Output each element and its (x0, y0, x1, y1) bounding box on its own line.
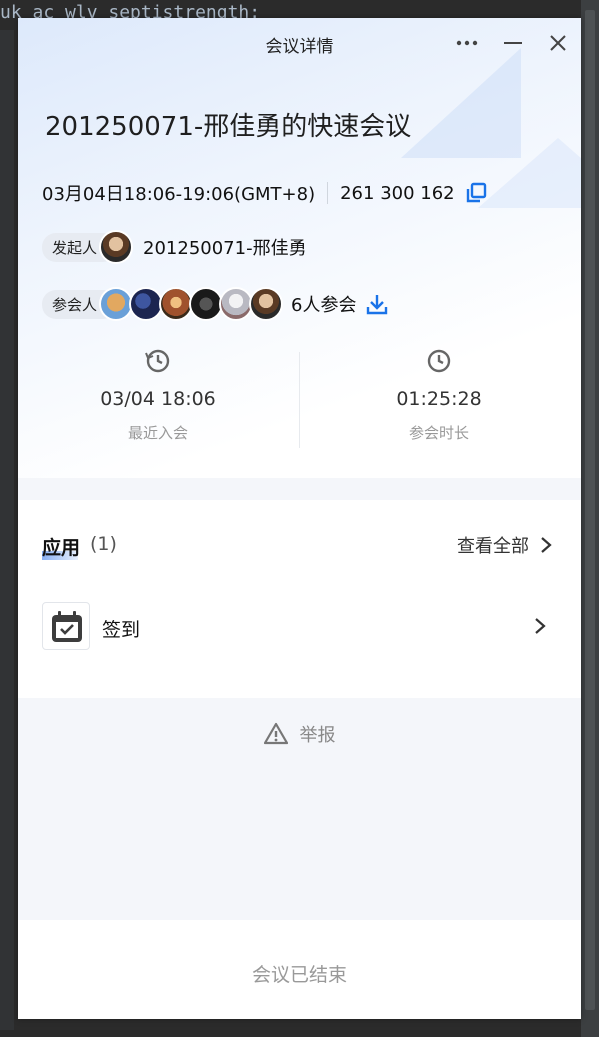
attendee-avatars[interactable] (99, 287, 284, 321)
calendar-check-icon (52, 611, 82, 642)
meeting-stats: 03/04 18:06 最近入会 01:25:28 参会时长 (18, 348, 581, 448)
attendee-avatar (249, 287, 284, 321)
meeting-title: 201250071-邢佳勇的快速会议 (45, 112, 412, 142)
attendee-avatar (99, 287, 134, 321)
chevron-right-icon (535, 618, 546, 634)
host-row: 发起人 201250071-邢佳勇 (42, 229, 307, 265)
attendee-avatar (129, 287, 164, 321)
meeting-time-row: 03月04日18:06-19:06(GMT+8) 261 300 162 (42, 180, 487, 206)
attendee-avatar (159, 287, 194, 321)
more-horizontal-icon (456, 40, 478, 46)
duration-stat: 01:25:28 参会时长 (299, 348, 579, 443)
report-label: 举报 (299, 725, 336, 746)
copy-icon[interactable] (465, 182, 487, 204)
download-icon[interactable] (366, 293, 388, 315)
attendee-avatar (189, 287, 224, 321)
section-separator (18, 478, 581, 500)
minimize-icon (504, 42, 522, 44)
decor-shape (478, 138, 581, 208)
duration-value: 01:25:28 (396, 388, 482, 410)
editor-left-gutter (0, 30, 14, 1030)
more-options-button[interactable] (454, 30, 480, 56)
close-button[interactable] (545, 30, 571, 56)
view-all-button[interactable]: 查看全部 (457, 530, 553, 560)
meeting-time: 03月04日18:06-19:06(GMT+8) (42, 184, 316, 205)
editor-scrollbar[interactable] (581, 0, 599, 1037)
clock-icon (427, 349, 451, 373)
divider (327, 182, 329, 204)
close-icon (550, 35, 566, 51)
app-item-check-in[interactable]: 签到 (18, 602, 581, 652)
attendee-avatar (219, 287, 254, 321)
meeting-ended-status: 会议已结束 (251, 964, 347, 986)
footer: 会议已结束 (18, 920, 581, 1019)
title-bar: 会议详情 (18, 18, 581, 68)
apps-count: (1) (90, 533, 117, 555)
editor-scrollbar-thumb[interactable] (585, 10, 595, 1010)
host-name: 201250071-邢佳勇 (143, 238, 307, 259)
window-title: 会议详情 (265, 37, 334, 57)
recent-join-label: 最近入会 (127, 424, 188, 442)
warning-icon (263, 722, 288, 745)
recent-join-stat: 03/04 18:06 最近入会 (18, 348, 298, 443)
view-all-label: 查看全部 (457, 536, 529, 557)
duration-label: 参会时长 (408, 424, 469, 442)
app-name: 签到 (102, 619, 141, 641)
attendees-row[interactable]: 参会人 6人参会 (42, 286, 388, 322)
meeting-detail-window: 会议详情 201250071-邢佳勇的快速会议 03月04日18:06-19:0… (18, 18, 581, 1019)
apps-title: 应用 (42, 537, 81, 559)
report-button[interactable]: 举报 (18, 721, 581, 747)
host-avatar[interactable] (99, 230, 134, 264)
app-icon (42, 602, 90, 650)
chevron-right-icon (541, 537, 552, 553)
minimize-button[interactable] (500, 30, 526, 56)
apps-header: 应用 (1) 查看全部 (18, 518, 581, 570)
attendee-count: 6人参会 (291, 295, 357, 316)
recent-join-value: 03/04 18:06 (100, 388, 216, 410)
history-icon (145, 349, 170, 373)
meeting-id: 261 300 162 (340, 182, 455, 204)
